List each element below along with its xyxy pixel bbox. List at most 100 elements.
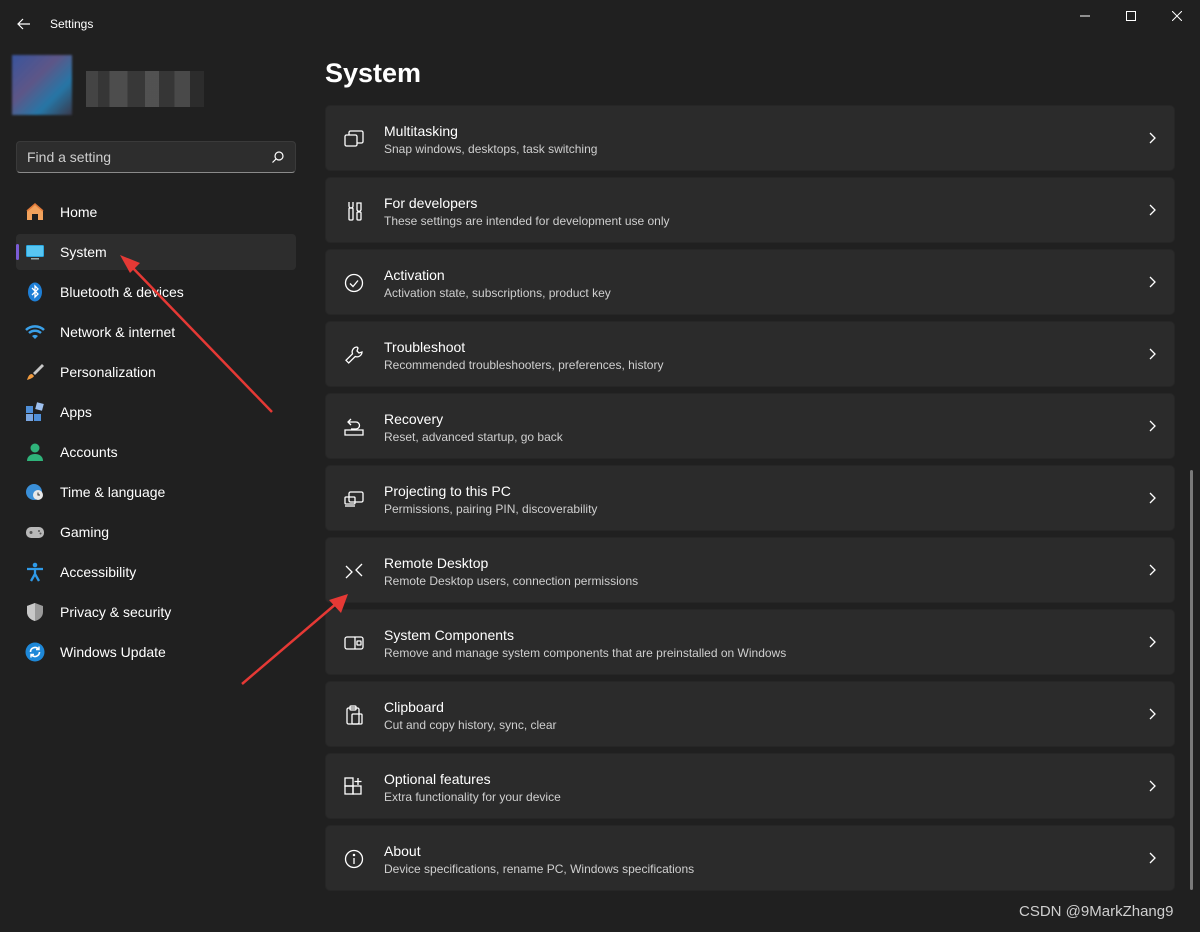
sidebar-item-accessibility[interactable]: Accessibility xyxy=(16,554,296,590)
home-icon xyxy=(24,201,46,223)
gamepad-icon xyxy=(24,521,46,543)
card-for-developers[interactable]: For developers These settings are intend… xyxy=(325,177,1175,243)
avatar xyxy=(12,55,72,115)
maximize-icon xyxy=(1126,11,1136,21)
card-description: Reset, advanced startup, go back xyxy=(384,430,563,444)
back-button[interactable] xyxy=(10,10,38,38)
update-icon xyxy=(24,641,46,663)
chevron-right-icon xyxy=(1149,708,1156,720)
monitor-icon xyxy=(24,241,46,263)
chevron-right-icon xyxy=(1149,276,1156,288)
title-bar: Settings xyxy=(0,0,1200,48)
sidebar-item-bluetooth[interactable]: Bluetooth & devices xyxy=(16,274,296,310)
card-description: These settings are intended for developm… xyxy=(384,214,670,228)
card-description: Permissions, pairing PIN, discoverabilit… xyxy=(384,502,598,516)
chevron-right-icon xyxy=(1149,348,1156,360)
card-clipboard[interactable]: Clipboard Cut and copy history, sync, cl… xyxy=(325,681,1175,747)
sidebar-item-gaming[interactable]: Gaming xyxy=(16,514,296,550)
multitasking-icon xyxy=(343,128,365,150)
card-title: Optional features xyxy=(384,771,491,787)
user-profile[interactable] xyxy=(12,55,212,119)
card-title: Projecting to this PC xyxy=(384,483,511,499)
card-title: Remote Desktop xyxy=(384,555,489,571)
search-box[interactable] xyxy=(16,141,296,173)
card-description: Device specifications, rename PC, Window… xyxy=(384,862,695,876)
brush-icon xyxy=(24,361,46,383)
sidebar-item-label: System xyxy=(60,244,107,260)
clipboard-icon xyxy=(343,704,365,726)
sidebar-item-windows-update[interactable]: Windows Update xyxy=(16,634,296,670)
chevron-right-icon xyxy=(1149,636,1156,648)
sidebar-item-label: Windows Update xyxy=(60,644,166,660)
developer-tools-icon xyxy=(343,200,365,222)
sidebar-nav: Home System Bluetooth & devices Network … xyxy=(16,194,296,674)
card-title: For developers xyxy=(384,195,478,211)
accessibility-icon xyxy=(24,561,46,583)
card-optional-features[interactable]: Optional features Extra functionality fo… xyxy=(325,753,1175,819)
chevron-right-icon xyxy=(1149,204,1156,216)
card-description: Cut and copy history, sync, clear xyxy=(384,718,557,732)
sidebar-item-personalization[interactable]: Personalization xyxy=(16,354,296,390)
card-projecting[interactable]: Projecting to this PC Permissions, pairi… xyxy=(325,465,1175,531)
card-about[interactable]: About Device specifications, rename PC, … xyxy=(325,825,1175,891)
card-description: Remote Desktop users, connection permiss… xyxy=(384,574,639,588)
maximize-button[interactable] xyxy=(1108,0,1154,32)
app-title: Settings xyxy=(50,17,94,31)
person-icon xyxy=(24,441,46,463)
sidebar-item-label: Gaming xyxy=(60,524,110,540)
sidebar-item-label: Time & language xyxy=(60,484,166,500)
sidebar-item-home[interactable]: Home xyxy=(16,194,296,230)
card-troubleshoot[interactable]: Troubleshoot Recommended troubleshooters… xyxy=(325,321,1175,387)
recovery-icon xyxy=(343,416,365,438)
card-multitasking[interactable]: Multitasking Snap windows, desktops, tas… xyxy=(325,105,1175,171)
card-title: Troubleshoot xyxy=(384,339,466,355)
system-components-icon xyxy=(343,632,365,654)
search-input[interactable] xyxy=(27,149,271,165)
card-title: System Components xyxy=(384,627,514,643)
wrench-icon xyxy=(343,344,365,366)
sidebar-item-apps[interactable]: Apps xyxy=(16,394,296,430)
card-activation[interactable]: Activation Activation state, subscriptio… xyxy=(325,249,1175,315)
optional-features-icon xyxy=(343,776,365,798)
chevron-right-icon xyxy=(1149,492,1156,504)
settings-list: Multitasking Snap windows, desktops, tas… xyxy=(325,105,1175,897)
watermark: CSDN @9MarkZhang9 xyxy=(1019,903,1174,920)
card-title: About xyxy=(384,843,421,859)
card-description: Activation state, subscriptions, product… xyxy=(384,286,611,300)
card-title: Recovery xyxy=(384,411,444,427)
close-button[interactable] xyxy=(1154,0,1200,32)
chevron-right-icon xyxy=(1149,420,1156,432)
projecting-icon xyxy=(343,488,365,510)
sidebar-item-time-language[interactable]: Time & language xyxy=(16,474,296,510)
sidebar-item-label: Apps xyxy=(60,404,92,420)
sidebar-item-system[interactable]: System xyxy=(16,234,296,270)
sidebar-item-label: Privacy & security xyxy=(60,604,172,620)
back-arrow-icon xyxy=(17,18,30,30)
sidebar-item-privacy[interactable]: Privacy & security xyxy=(16,594,296,630)
card-recovery[interactable]: Recovery Reset, advanced startup, go bac… xyxy=(325,393,1175,459)
chevron-right-icon xyxy=(1149,564,1156,576)
bluetooth-icon xyxy=(24,281,46,303)
sidebar-item-label: Personalization xyxy=(60,364,156,380)
minimize-button[interactable] xyxy=(1062,0,1108,32)
wifi-icon xyxy=(24,321,46,343)
card-description: Recommended troubleshooters, preferences… xyxy=(384,358,664,372)
card-system-components[interactable]: System Components Remove and manage syst… xyxy=(325,609,1175,675)
username-redacted xyxy=(86,71,204,107)
card-description: Extra functionality for your device xyxy=(384,790,561,804)
card-title: Multitasking xyxy=(384,123,458,139)
sidebar-item-accounts[interactable]: Accounts xyxy=(16,434,296,470)
apps-icon xyxy=(24,401,46,423)
chevron-right-icon xyxy=(1149,780,1156,792)
chevron-right-icon xyxy=(1149,852,1156,864)
card-title: Clipboard xyxy=(384,699,444,715)
sidebar-item-network[interactable]: Network & internet xyxy=(16,314,296,350)
minimize-icon xyxy=(1080,15,1090,17)
card-title: Activation xyxy=(384,267,445,283)
remote-desktop-icon xyxy=(343,560,365,582)
search-icon xyxy=(272,151,284,163)
card-remote-desktop[interactable]: Remote Desktop Remote Desktop users, con… xyxy=(325,537,1175,603)
sidebar-item-label: Accounts xyxy=(60,444,118,460)
info-icon xyxy=(343,848,365,870)
scrollbar[interactable] xyxy=(1190,470,1193,890)
